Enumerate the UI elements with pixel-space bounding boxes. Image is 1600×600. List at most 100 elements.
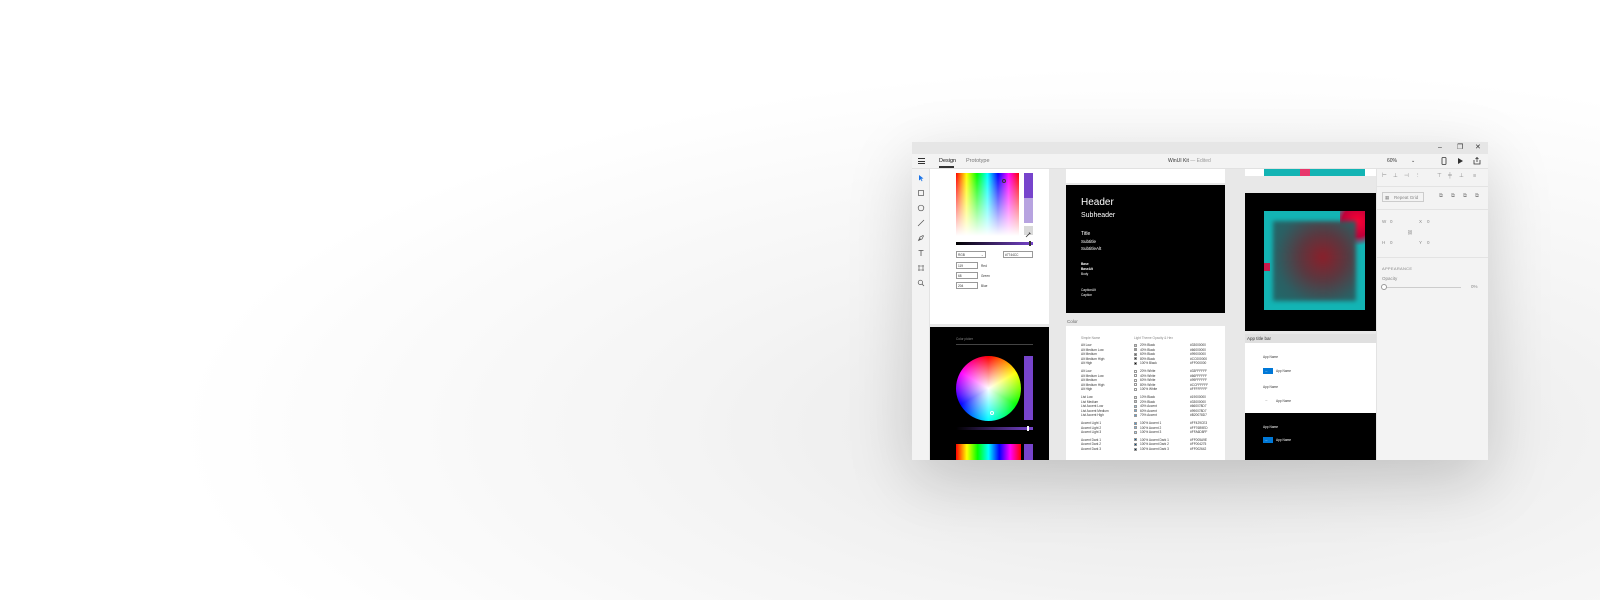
eyedropper-button[interactable] — [1024, 226, 1033, 238]
pen-icon[interactable] — [916, 234, 926, 244]
color-wheel-handle[interactable] — [990, 411, 994, 415]
blue-input[interactable]: 204 — [956, 282, 978, 289]
align-top-icon[interactable]: ⊤ — [1437, 173, 1442, 179]
share-icon[interactable] — [1473, 156, 1481, 168]
blue-label: Blue — [981, 284, 988, 288]
color-swatch — [1134, 361, 1137, 365]
color-row-hex: #66FFFFFF — [1190, 373, 1208, 378]
color-row-opacity: 20% Black — [1140, 399, 1156, 404]
align-bottom-icon[interactable]: ⊥ — [1459, 173, 1464, 179]
dark-color-preview-2 — [1024, 444, 1033, 460]
opacity-value[interactable]: 0% — [1471, 284, 1478, 289]
color-spectrum[interactable] — [956, 173, 1019, 236]
color-row-opacity: 100% White — [1140, 387, 1158, 392]
distribute-icon[interactable]: ⋮ — [1415, 173, 1421, 179]
color-row-opacity: 70% Accent — [1140, 413, 1157, 418]
title-bar-artboard[interactable]: App Name ← App Name App Name ← App Name … — [1245, 343, 1376, 460]
red-value: 119 — [958, 264, 964, 268]
ellipse-icon[interactable] — [916, 204, 926, 214]
rose-leaf — [1264, 263, 1270, 271]
dark-value-slider-thumb[interactable] — [1027, 426, 1029, 431]
color-row-hex: #99FFFFFF — [1190, 378, 1208, 383]
color-swatch — [1134, 383, 1137, 387]
y-value[interactable]: 0 — [1427, 240, 1430, 245]
boolean-subtract-icon[interactable]: ⧉ — [1451, 193, 1455, 200]
boolean-intersect-icon[interactable]: ⧉ — [1463, 193, 1467, 200]
play-icon[interactable] — [1457, 157, 1464, 168]
artboard-top-strip[interactable] — [1066, 169, 1225, 183]
tools-panel — [912, 169, 930, 460]
type-ramp-artboard[interactable]: Header Subheader Title Subtitle Subtitle… — [1066, 185, 1225, 313]
align-right-icon[interactable]: ⊣ — [1404, 173, 1409, 179]
color-row-name: List Accent Medium — [1081, 408, 1109, 413]
color-swatch — [1134, 447, 1137, 451]
align-center-icon[interactable]: ⊥ — [1393, 173, 1398, 179]
color-row-opacity: 20% Black — [1140, 343, 1156, 347]
align-left-icon[interactable]: ⊢ — [1382, 173, 1387, 179]
menu-icon[interactable] — [918, 158, 925, 164]
color-row-name: Alt High — [1081, 361, 1093, 366]
color-row-opacity: 40% Black — [1140, 347, 1156, 352]
color-swatch — [1134, 400, 1137, 404]
color-row-opacity: 10% Black — [1140, 395, 1156, 399]
spectrum-handle[interactable] — [1002, 179, 1006, 183]
distribute-vertical-icon[interactable]: ≡ — [1473, 173, 1476, 179]
artboard-icon[interactable] — [916, 264, 926, 274]
green-input[interactable]: 68 — [956, 272, 978, 279]
color-row-opacity: 60% Black — [1140, 352, 1156, 357]
dark-back-button[interactable]: ← — [1263, 437, 1273, 443]
back-button-accent[interactable]: ← — [1263, 368, 1273, 374]
teal-strip-accent — [1300, 169, 1310, 176]
height-value[interactable]: 0 — [1390, 240, 1393, 245]
back-icon-light[interactable]: ← — [1265, 398, 1268, 402]
repeat-grid-button[interactable]: ▦ Repeat Grid — [1382, 192, 1424, 202]
opacity-slider-thumb[interactable] — [1381, 284, 1387, 290]
hex-input[interactable]: #7744CC — [1003, 251, 1033, 258]
red-input[interactable]: 119 — [956, 262, 978, 269]
color-format-select[interactable]: RGB ⌄ — [956, 251, 986, 258]
design-canvas[interactable]: RGB ⌄ #7744CC 119 Red 68 Green 204 Blue — [930, 169, 1376, 460]
lock-aspect-icon[interactable]: ⛓ — [1407, 230, 1413, 236]
rectangle-icon[interactable] — [916, 189, 926, 199]
width-value[interactable]: 0 — [1390, 219, 1393, 224]
boolean-add-icon[interactable]: ⧉ — [1439, 193, 1443, 200]
x-value[interactable]: 0 — [1427, 219, 1430, 224]
select-icon[interactable] — [916, 174, 926, 184]
color-preview — [1024, 173, 1033, 198]
chevron-down-icon[interactable]: ⌄ — [1411, 158, 1415, 164]
color-row-hex: #FF000000 — [1190, 361, 1207, 366]
color-row-hex: #33000000 — [1190, 399, 1206, 404]
value-slider-thumb[interactable] — [1029, 241, 1031, 246]
text-icon[interactable] — [916, 249, 926, 259]
tab-prototype[interactable]: Prototype — [966, 157, 990, 165]
color-row-name: Accent Light 2 — [1081, 425, 1102, 430]
device-preview-icon[interactable] — [1441, 157, 1447, 168]
restore-button[interactable]: ❐ — [1457, 144, 1463, 152]
opacity-slider[interactable] — [1384, 287, 1461, 288]
type-title: Title — [1081, 231, 1091, 237]
zoom-dropdown[interactable]: 60% — [1387, 158, 1397, 164]
zoom-icon[interactable] — [916, 279, 926, 289]
teal-strip-artboard[interactable] — [1245, 169, 1376, 176]
color-table-artboard[interactable]: Simple Name Light Theme Opacity & Hex Al… — [1066, 326, 1225, 460]
repeat-grid-label: Repeat Grid — [1394, 195, 1419, 200]
minimize-button[interactable]: – — [1438, 144, 1442, 152]
col-header-name: Simple Name — [1081, 336, 1101, 340]
color-row-hex: #CCFFFFFF — [1190, 382, 1209, 387]
align-middle-icon[interactable]: ╪ — [1448, 173, 1452, 179]
value-slider[interactable] — [956, 242, 1033, 245]
close-button[interactable]: ✕ — [1475, 144, 1481, 152]
color-wheel[interactable] — [956, 356, 1021, 421]
dark-color-picker-artboard[interactable]: Color picker — [930, 327, 1049, 460]
color-format-value: RGB — [958, 253, 965, 257]
dark-color-preview — [1024, 356, 1033, 420]
dark-color-spectrum[interactable] — [956, 444, 1021, 460]
color-row-opacity: 40% Accent — [1140, 404, 1157, 409]
boolean-exclude-icon[interactable]: ⧉ — [1475, 193, 1479, 200]
dark-value-slider[interactable] — [956, 427, 1033, 430]
line-icon[interactable] — [916, 219, 926, 229]
acrylic-blur-surface — [1273, 221, 1356, 301]
tab-design[interactable]: Design — [939, 157, 956, 165]
color-picker-artboard[interactable]: RGB ⌄ #7744CC 119 Red 68 Green 204 Blue — [930, 169, 1049, 324]
acrylic-artboard[interactable] — [1245, 193, 1376, 331]
